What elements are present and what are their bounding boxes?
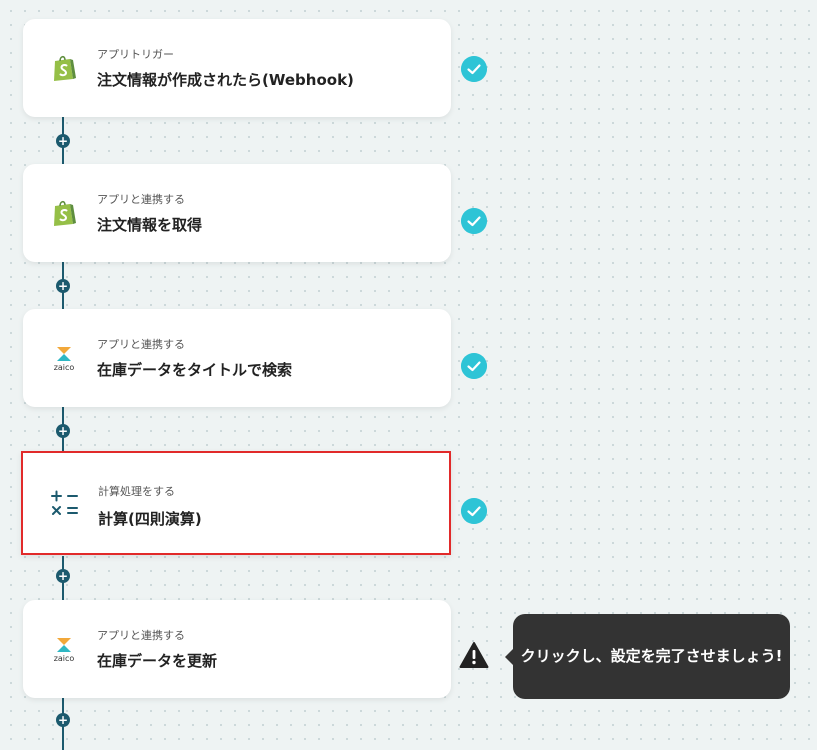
step-subtitle: 計算処理をする — [98, 485, 175, 498]
step-title: 計算(四則演算) — [98, 510, 202, 528]
zaico-logo-icon: zaico — [54, 638, 75, 663]
check-icon — [461, 56, 487, 82]
check-icon — [461, 498, 487, 524]
step-title: 在庫データをタイトルで検索 — [97, 361, 293, 379]
shopify-icon — [54, 200, 76, 226]
step-card-trigger[interactable]: アプリトリガー 注文情報が作成されたら(Webhook) — [23, 19, 451, 117]
step-card-search-inventory[interactable]: zaico アプリと連携する 在庫データをタイトルで検索 — [23, 309, 451, 407]
step-card-get-order[interactable]: アプリと連携する 注文情報を取得 — [23, 164, 451, 262]
step-subtitle: アプリと連携する — [97, 193, 185, 206]
step-card-calculation[interactable]: 計算処理をする 計算(四則演算) — [21, 451, 451, 555]
step-subtitle: アプリと連携する — [97, 338, 185, 351]
add-step-button[interactable]: + — [56, 279, 70, 293]
add-step-button[interactable]: + — [56, 134, 70, 148]
calculator-icon — [51, 490, 78, 515]
step-subtitle: アプリトリガー — [97, 48, 174, 61]
step-title: 注文情報が作成されたら(Webhook) — [97, 71, 354, 89]
warning-icon — [459, 642, 489, 668]
check-icon — [461, 208, 487, 234]
shopify-icon — [54, 55, 76, 81]
setup-tooltip: クリックし、設定を完了させましょう! — [505, 614, 790, 699]
step-title: 在庫データを更新 — [97, 652, 218, 670]
tooltip-text: クリックし、設定を完了させましょう! — [520, 647, 783, 665]
svg-text:zaico: zaico — [54, 363, 75, 372]
add-step-button[interactable]: + — [56, 569, 70, 583]
step-card-update-inventory[interactable]: zaico アプリと連携する 在庫データを更新 — [23, 600, 451, 698]
add-step-button[interactable]: + — [56, 424, 70, 438]
add-step-button[interactable]: + — [56, 713, 70, 727]
step-subtitle: アプリと連携する — [97, 629, 185, 642]
check-icon — [461, 353, 487, 379]
zaico-logo-icon: zaico — [54, 347, 75, 372]
step-title: 注文情報を取得 — [97, 216, 203, 234]
svg-text:zaico: zaico — [54, 654, 75, 663]
